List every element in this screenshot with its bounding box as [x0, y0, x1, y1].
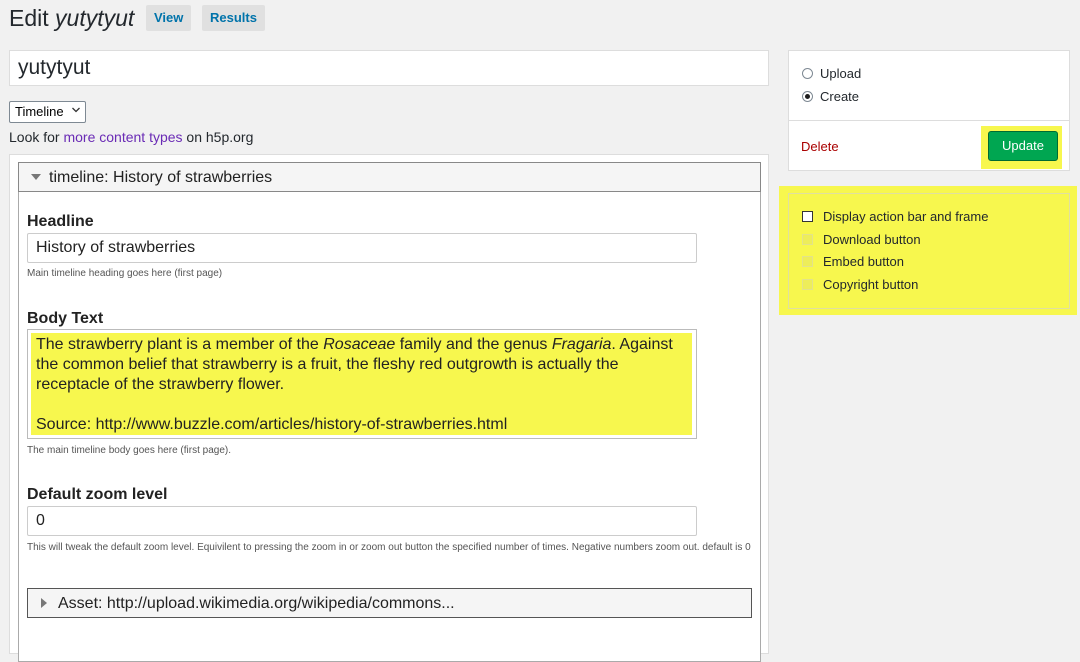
- update-button[interactable]: Update: [988, 131, 1058, 161]
- look-for-suffix: on h5p.org: [182, 129, 254, 145]
- more-content-types-link[interactable]: more content types: [63, 129, 182, 145]
- timeline-group-label: timeline: History of strawberries: [49, 169, 273, 186]
- checkbox-disabled-icon: [802, 279, 813, 290]
- delete-link[interactable]: Delete: [801, 139, 839, 154]
- headline-input[interactable]: History of strawberries: [27, 233, 697, 263]
- expand-arrow-icon: [41, 598, 47, 608]
- zoom-level-label: Default zoom level: [27, 486, 168, 503]
- timeline-group-header[interactable]: timeline: History of strawberries: [18, 162, 761, 192]
- asset-group-header[interactable]: Asset: http://upload.wikimedia.org/wikip…: [27, 588, 752, 618]
- library-select-value: Timeline: [15, 104, 64, 119]
- embed-button-label: Embed button: [823, 254, 904, 269]
- checkbox-disabled-icon: [802, 234, 813, 245]
- upload-radio[interactable]: Upload: [802, 66, 861, 82]
- create-radio[interactable]: Create: [802, 89, 859, 105]
- copyright-button-checkbox: Copyright button: [802, 277, 918, 293]
- asset-group-label: Asset: http://upload.wikimedia.org/wikip…: [58, 595, 455, 612]
- checkbox-disabled-icon: [802, 256, 813, 267]
- headline-label: Headline: [27, 213, 94, 230]
- page-title: Edit yutytyut: [9, 4, 134, 32]
- library-select[interactable]: Timeline: [9, 101, 86, 123]
- title-input[interactable]: yutytyut: [9, 50, 769, 86]
- body-text-description: The main timeline body goes here (first …: [27, 445, 231, 456]
- body-text-label: Body Text: [27, 310, 104, 327]
- body-source: Source: http://www.buzzle.com/articles/h…: [36, 416, 508, 433]
- look-for-text: Look for more content types on h5p.org: [9, 129, 253, 145]
- zoom-level-input[interactable]: 0: [27, 506, 697, 536]
- body-text-italic: Fragaria: [551, 336, 612, 353]
- title-prefix: Edit: [9, 5, 49, 31]
- create-label: Create: [820, 89, 860, 104]
- upload-label: Upload: [820, 66, 862, 81]
- embed-button-checkbox: Embed button: [802, 254, 904, 270]
- view-button[interactable]: View: [146, 5, 192, 31]
- body-text-segment: The strawberry plant is a member of the: [36, 336, 324, 353]
- results-button[interactable]: Results: [202, 5, 265, 31]
- collapse-arrow-icon: [31, 174, 41, 180]
- publish-box-divider: [789, 120, 1069, 121]
- body-text-segment: family and the genus: [395, 336, 552, 353]
- download-button-checkbox: Download button: [802, 232, 921, 248]
- headline-description: Main timeline heading goes here (first p…: [27, 268, 223, 279]
- display-frame-checkbox[interactable]: Display action bar and frame: [802, 209, 988, 225]
- copyright-button-label: Copyright button: [823, 277, 919, 292]
- zoom-level-description: This will tweak the default zoom level. …: [27, 542, 751, 553]
- chevron-down-icon: [72, 107, 80, 113]
- radio-off-icon: [802, 68, 813, 79]
- body-text-content[interactable]: The strawberry plant is a member of the …: [36, 335, 686, 435]
- body-text-italic: Rosaceae: [323, 336, 396, 353]
- body-paragraph: The strawberry plant is a member of the …: [36, 335, 686, 395]
- display-frame-label: Display action bar and frame: [823, 209, 989, 224]
- radio-on-icon: [802, 91, 813, 102]
- checkbox-unchecked-icon: [802, 211, 813, 222]
- download-button-label: Download button: [823, 232, 921, 247]
- look-for-prefix: Look for: [9, 129, 64, 145]
- title-content-name: yutytyut: [55, 5, 135, 31]
